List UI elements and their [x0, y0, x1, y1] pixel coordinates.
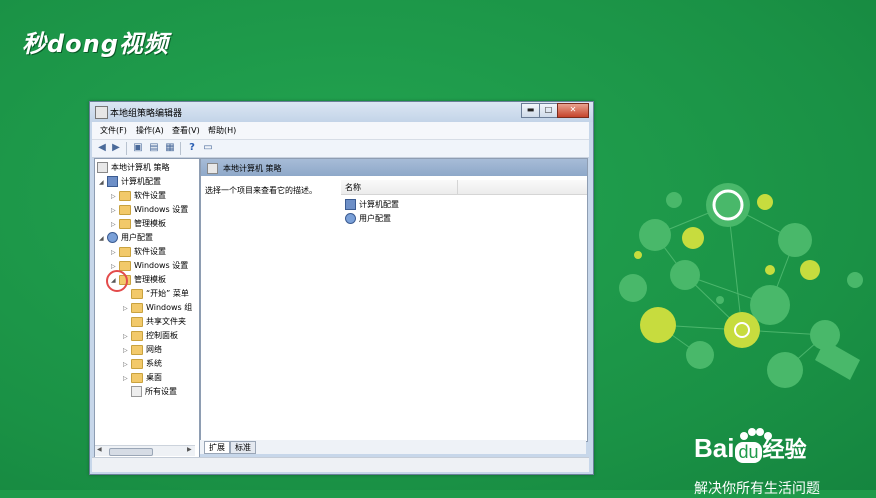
scrollbar-thumb[interactable]: [109, 448, 153, 456]
collapsed-arrow-icon[interactable]: ▷: [111, 205, 119, 217]
click-highlight-circle: [106, 270, 128, 292]
items-list: 名称 计算机配置 用户配置: [341, 180, 587, 441]
computer-icon: [345, 199, 356, 210]
column-header-label: 名称: [345, 183, 361, 192]
minimize-button[interactable]: ▬: [521, 103, 540, 118]
description-text: 选择一个项目来查看它的描述。: [205, 186, 317, 195]
tree-uc-software[interactable]: ▷ 软件设置: [111, 246, 166, 258]
collapsed-arrow-icon[interactable]: ▷: [123, 359, 131, 371]
properties-icon[interactable]: ▤: [148, 142, 160, 154]
collapsed-arrow-icon[interactable]: ▷: [111, 247, 119, 259]
baidu-brand-a: Bai: [694, 433, 735, 463]
tree-cc-software[interactable]: ▷ 软件设置: [111, 190, 166, 202]
folder-icon: [131, 330, 143, 341]
group-policy-window: 本地组策略编辑器 ▬ □ ✕ 文件(F) 操作(A) 查看(V) 帮助(H) ◀…: [89, 101, 594, 475]
folder-icon: [119, 218, 131, 229]
status-bar: [92, 457, 589, 472]
show-hide-tree-icon[interactable]: ▣: [132, 142, 144, 154]
list-item-computer-config[interactable]: 计算机配置: [345, 199, 399, 210]
user-icon: [345, 213, 356, 224]
collapsed-arrow-icon[interactable]: ▷: [123, 303, 131, 315]
menu-file[interactable]: 文件(F): [100, 125, 127, 136]
maximize-button[interactable]: □: [539, 103, 558, 118]
baidu-tagline: 解决你所有生活问题: [694, 480, 820, 496]
computer-icon: [107, 176, 118, 187]
menu-bar: 文件(F) 操作(A) 查看(V) 帮助(H): [92, 122, 589, 140]
settings-list-icon: [131, 386, 142, 397]
scroll-right-arrow-icon[interactable]: ▶: [187, 446, 192, 453]
folder-icon: [119, 246, 131, 257]
tree-root[interactable]: 本地计算机 策略: [97, 162, 170, 174]
folder-icon: [131, 372, 143, 383]
tree-cc-admin[interactable]: ▷ 管理模板: [111, 218, 166, 230]
lightbulb-decoration: [619, 183, 863, 388]
tree-network[interactable]: ▷ 网络: [123, 344, 162, 356]
window-title: 本地组策略编辑器: [110, 109, 183, 119]
details-header: 本地计算机 策略: [201, 159, 587, 176]
tree-start-menu[interactable]: “开始” 菜单: [131, 288, 189, 300]
tree-windows-components[interactable]: ▷ Windows 组: [123, 302, 192, 314]
folder-icon: [131, 288, 143, 299]
collapsed-arrow-icon[interactable]: ▷: [123, 373, 131, 385]
expanded-arrow-icon[interactable]: ◢: [99, 233, 107, 245]
details-header-title: 本地计算机 策略: [223, 164, 282, 173]
tree-all-settings[interactable]: 所有设置: [131, 386, 177, 398]
folder-icon: [131, 316, 143, 327]
paw-icon: [740, 428, 772, 440]
console-icon[interactable]: ▭: [202, 142, 214, 154]
toolbar: ◀ ▶ ▣ ▤ ▦ ? ▭: [92, 140, 589, 158]
folder-icon: [131, 344, 143, 355]
tab-extended[interactable]: 扩展: [204, 441, 230, 454]
column-header-name[interactable]: 名称: [341, 180, 587, 195]
export-list-icon[interactable]: ▦: [164, 142, 176, 154]
miaodong-logo: 秒dong视频: [22, 30, 169, 58]
tree-pane: 本地计算机 策略 ◢ 计算机配置 ▷ 软件设置 ▷ Windows 设置 ▷ 管理模板 …: [94, 158, 200, 460]
toolbar-separator: [126, 142, 127, 155]
policy-icon: [207, 163, 218, 174]
collapsed-arrow-icon[interactable]: ▷: [111, 191, 119, 203]
tree-computer-config[interactable]: ◢ 计算机配置: [99, 176, 161, 188]
menu-action[interactable]: 操作(A): [136, 125, 164, 136]
user-icon: [107, 232, 118, 243]
app-icon: [95, 106, 108, 119]
folder-icon: [131, 358, 143, 369]
scroll-left-arrow-icon[interactable]: ◀: [97, 446, 102, 453]
menu-view[interactable]: 查看(V): [172, 125, 200, 136]
toolbar-separator: [180, 142, 181, 155]
column-separator[interactable]: [457, 180, 458, 194]
expanded-arrow-icon[interactable]: ◢: [99, 177, 107, 189]
tab-standard[interactable]: 标准: [230, 441, 256, 454]
close-button[interactable]: ✕: [557, 103, 589, 118]
view-tabs: 扩展 标准: [200, 440, 586, 454]
title-bar[interactable]: 本地组策略编辑器 ▬ □ ✕: [90, 102, 593, 122]
policy-icon: [97, 162, 108, 173]
folder-icon: [131, 302, 143, 313]
collapsed-arrow-icon[interactable]: ▷: [123, 345, 131, 357]
list-item-user-config[interactable]: 用户配置: [345, 213, 391, 224]
collapsed-arrow-icon[interactable]: ▷: [123, 331, 131, 343]
back-arrow-icon[interactable]: ◀: [96, 142, 108, 154]
tree-cc-windows[interactable]: ▷ Windows 设置: [111, 204, 188, 216]
tree-control-panel[interactable]: ▷ 控制面板: [123, 330, 178, 342]
tree-horizontal-scrollbar[interactable]: ◀ ▶: [95, 445, 195, 456]
tree-desktop[interactable]: ▷ 桌面: [123, 372, 162, 384]
help-icon[interactable]: ?: [186, 142, 198, 154]
folder-icon: [119, 190, 131, 201]
forward-arrow-icon[interactable]: ▶: [110, 142, 122, 154]
details-pane: 本地计算机 策略 选择一个项目来查看它的描述。 名称 计算机配置 用户配置: [200, 158, 588, 442]
collapsed-arrow-icon[interactable]: ▷: [111, 219, 119, 231]
folder-icon: [119, 260, 131, 271]
tree-uc-windows[interactable]: ▷ Windows 设置: [111, 260, 188, 272]
menu-help[interactable]: 帮助(H): [208, 125, 236, 136]
folder-icon: [119, 204, 131, 215]
tree-shared-folders[interactable]: 共享文件夹: [131, 316, 186, 328]
tree-system[interactable]: ▷ 系统: [123, 358, 162, 370]
tree-user-config[interactable]: ◢ 用户配置: [99, 232, 153, 244]
